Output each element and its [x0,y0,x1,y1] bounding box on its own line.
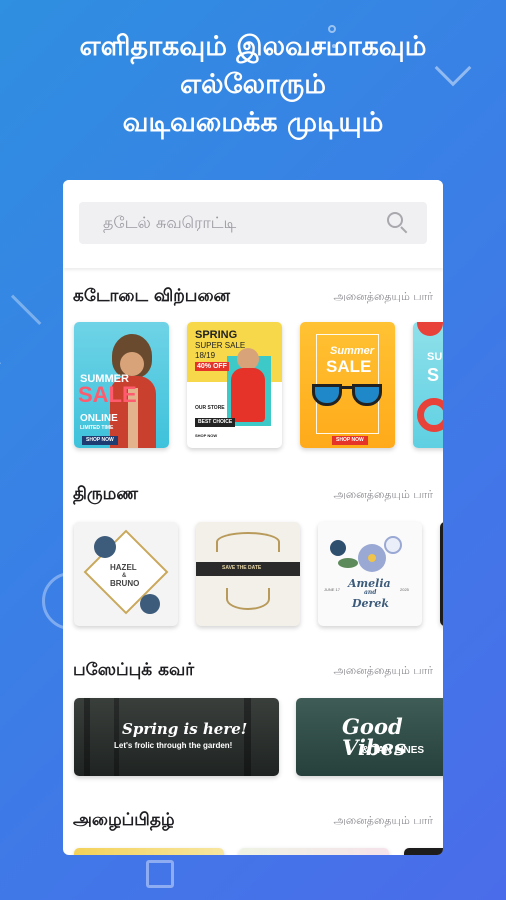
see-all-link[interactable]: அனைத்தையும் பார் [334,814,434,829]
template-card[interactable]: HAZEL & BRUNO [74,522,178,626]
decor-lines [0,294,42,366]
template-text: BRUNO [110,579,140,588]
section-title: அழைப்பிதழ் [73,810,175,830]
template-card[interactable] [74,848,224,855]
section-wedding: திருமண அனைத்தையும் பார் [63,482,443,508]
template-text: 40% OFF [195,362,229,371]
decor-square [146,860,174,888]
template-text: SPRING [195,329,238,341]
headline-line-3: வடிவமைக்க முடியும் [122,107,384,138]
template-text: 2025 [400,587,409,592]
template-text: SUPER SALE [195,341,246,350]
section-title: கடோடை விற்பனை [73,286,231,306]
template-text: HAZEL [110,563,137,572]
template-text: Summer [330,345,375,357]
section-facebook-cover: பஸேப்புக் கவர் அனைத்தையும் பார் [63,658,443,684]
headline-line-1: எளிதாகவும் இலவசமாகவும் [79,31,427,62]
template-text: SAVE THE DATE [222,565,262,571]
template-card[interactable]: SAVE THE DATE [196,522,300,626]
section-summer-sale: கடோடை விற்பனை அனைத்தையும் பார் [63,284,443,310]
search-input[interactable]: தடேல் சுவரொட்டி [79,202,427,244]
template-text: SALE [326,357,372,376]
template-text: S [427,365,440,385]
see-all-link[interactable]: அனைத்தையும் பார் [334,664,434,679]
template-card[interactable]: Amelia and Derek JUNE 17 2025 [318,522,422,626]
template-card[interactable] [440,522,443,626]
template-card[interactable]: Summer SALE SHOP NOW [300,322,395,448]
template-text: JUNE 17 [324,587,341,592]
template-text: SHOP NOW [82,436,118,445]
headline-line-2: எல்லோரும் [180,69,326,100]
search-icon[interactable] [387,212,409,234]
template-text: SALE [78,382,137,407]
template-card[interactable]: Spring is here! Let's frolic through the… [74,698,279,776]
template-text: and [364,589,377,596]
template-strip-facebook-cover: Spring is here! Let's frolic through the… [74,698,443,776]
template-text: ONLINE [80,413,118,424]
template-card[interactable]: SU S [413,322,443,448]
template-text: SHOP NOW [195,433,218,438]
template-card[interactable] [239,848,389,855]
template-text: OUR STORE [195,405,225,411]
template-text: SU [427,351,443,363]
search-placeholder: தடேல் சுவரொட்டி [103,212,237,232]
template-text: SHOP NOW [332,436,368,445]
template-text: 18/19 [195,351,216,360]
see-all-link[interactable]: அனைத்தையும் பார் [334,488,434,503]
template-text: Let's frolic through the garden! [114,741,233,750]
section-invitations: அழைப்பிதழ் அனைத்தையும் பார் [63,808,443,834]
search-bar-area: தடேல் சுவரொட்டி [63,180,443,268]
template-strip-summer-sale: SUMMER SALE ONLINE LIMITED TIME SHOP NOW… [74,322,443,448]
template-text: BEST CHOICE [195,418,236,427]
template-strip-wedding: HAZEL & BRUNO SAVE THE DATE Amelia and D… [74,522,443,626]
section-title: திருமண [73,484,138,504]
template-text: Spring is here! [122,720,248,738]
template-text: LIMITED TIME [80,425,114,431]
template-text: Derek [352,597,389,610]
template-strip-invitations [74,848,443,855]
section-title: பஸேப்புக் கவர் [73,660,195,680]
template-text: Amelia [348,577,391,590]
template-text: & TAN LINES [362,745,425,756]
template-card[interactable]: SPRING SUPER SALE 18/19 40% OFF OUR STOR… [187,322,282,448]
template-card[interactable]: Good Vibes & TAN LINES [296,698,443,776]
template-card[interactable]: SUMMER SALE ONLINE LIMITED TIME SHOP NOW [74,322,169,448]
template-card[interactable] [404,848,443,855]
app-screen-card: தடேல் சுவரொட்டி கடோடை விற்பனை அனைத்தையும… [63,180,443,855]
see-all-link[interactable]: அனைத்தையும் பார் [334,290,434,305]
promo-headline: எளிதாகவும் இலவசமாகவும் எல்லோரும் வடிவமைக… [0,28,506,142]
